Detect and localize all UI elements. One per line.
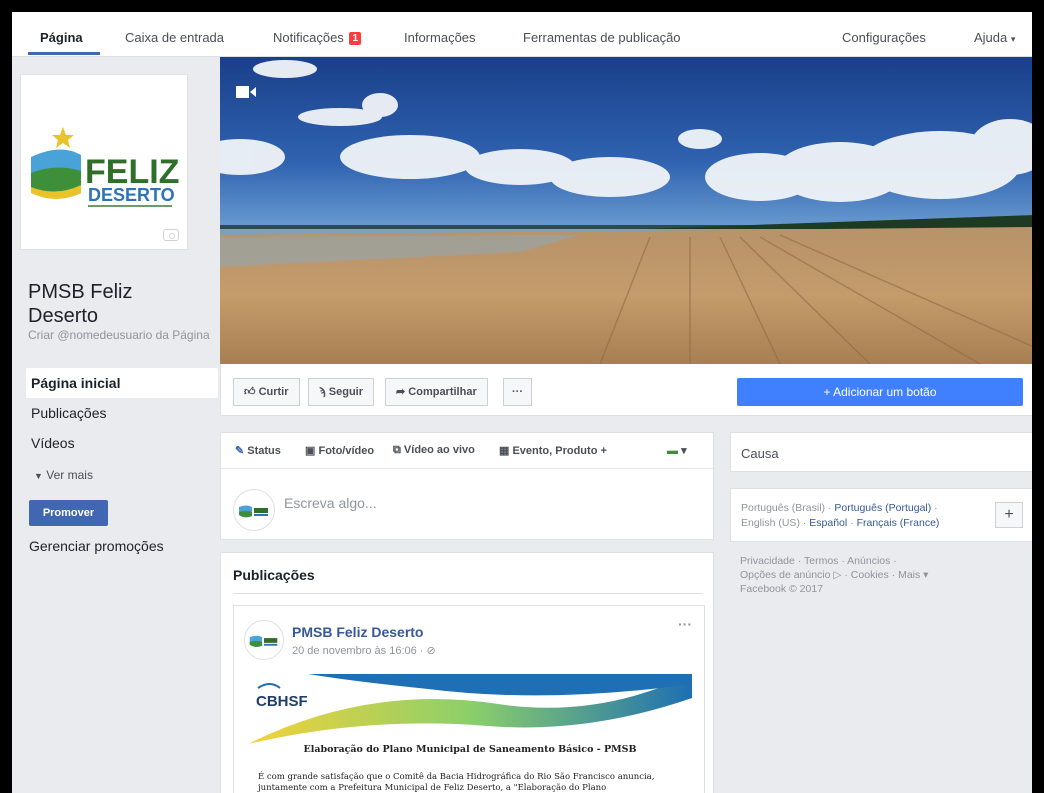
follow-label: Seguir [328, 386, 364, 398]
share-arrow-icon: ➦ [396, 386, 406, 398]
document-line-1: É com grande satisfação que o Comitê da … [258, 772, 655, 782]
page-title: PMSB Feliz Deserto [28, 281, 133, 327]
composer-tab-live-video[interactable]: ⧉ Vídeo ao vivo [393, 444, 475, 457]
globe-icon: ⊘ [426, 645, 436, 657]
sidebar-item-pagina-inicial[interactable]: Página inicial [26, 368, 218, 398]
notification-badge: 1 [349, 32, 361, 45]
language-list: Português (Brasil) · Português (Portugal… [741, 502, 940, 529]
screenshot-border-top [0, 0, 1044, 12]
cover-photo[interactable] [220, 57, 1032, 364]
create-username-link[interactable]: Criar @nomedeusuario da Página [28, 329, 212, 342]
pencil-icon: ✎ [235, 445, 245, 457]
profile-picture[interactable]: FELIZ DESERTO [20, 74, 188, 250]
active-tab-indicator [28, 52, 100, 55]
document-header-banner: CBHSF [248, 674, 692, 744]
post-author-link[interactable]: PMSB Feliz Deserto [292, 624, 423, 640]
composer-input[interactable]: Escreva algo... [284, 495, 377, 511]
add-language-button[interactable]: + [995, 502, 1023, 528]
composer-tab-photo-video[interactable]: ▣ Foto/vídeo [305, 444, 374, 457]
tab-notificacoes[interactable]: Notificações 1 [273, 30, 361, 45]
tab-pagina[interactable]: Página [40, 30, 83, 45]
manage-promotions-link[interactable]: Gerenciar promoções [29, 538, 164, 554]
language-fr[interactable]: Français (France) [857, 517, 940, 529]
page-footer-links: Privacidade · Termos · Anúncios · Opções… [740, 554, 1020, 596]
share-label: Compartilhar [408, 386, 477, 398]
ver-mais-label: Ver mais [46, 468, 93, 482]
video-camera-icon[interactable] [236, 85, 256, 99]
chevron-down-icon: ▼ [34, 471, 43, 481]
post-timestamp[interactable]: 20 de novembro às 16:06 · ⊘ [292, 644, 436, 657]
document-body-text: É com grande satisfação que o Comitê da … [258, 772, 688, 793]
like-label: Curtir [258, 386, 289, 398]
live-video-icon: ⧉ [393, 444, 401, 456]
screenshot-border-left [0, 0, 12, 793]
beach-cover-image [220, 57, 1032, 364]
tab-configuracoes[interactable]: Configurações [842, 30, 926, 45]
tab-ajuda-label: Ajuda [974, 30, 1008, 45]
photo-video-label: Foto/vídeo [318, 445, 375, 457]
posts-section: Publicações PMSB Feliz Deserto 20 de nov… [220, 552, 714, 793]
screenshot-border-right [1032, 0, 1044, 793]
thumbs-up-icon: 👍︎ [244, 386, 256, 398]
language-pt-br: Português (Brasil) [741, 502, 826, 514]
post-avatar[interactable] [244, 620, 284, 660]
avatar [233, 489, 275, 531]
chevron-down-icon: ▾ [1010, 34, 1016, 44]
add-button-cta[interactable]: + Adicionar um botão [737, 378, 1023, 406]
composer-tab-status[interactable]: ✎ Status [235, 444, 281, 457]
page-sidebar-nav: Página inicial Publicações Vídeos [26, 368, 218, 458]
cause-label: Causa [741, 446, 779, 461]
language-pt-pt[interactable]: Português (Portugal) [834, 502, 931, 514]
cbhsf-logo-text: CBHSF [256, 693, 308, 710]
ver-mais-link[interactable]: ▼ Ver mais [34, 468, 93, 482]
share-button[interactable]: ➦ Compartilhar [385, 378, 488, 406]
calendar-icon: ▦ [499, 445, 510, 457]
camera-icon[interactable] [163, 229, 179, 241]
facebook-page-admin: Página Caixa de entrada Notificações 1 I… [12, 12, 1032, 793]
document-title: Elaboração do Plano Municipal de Saneame… [303, 744, 637, 755]
document-line-2: juntamente com a Prefeitura Municipal de… [258, 783, 607, 793]
tab-informacoes[interactable]: Informações [404, 30, 476, 45]
footer-links-line-1[interactable]: Privacidade · Termos · Anúncios · [740, 554, 1020, 568]
event-product-label: Evento, Produto + [512, 445, 607, 457]
logo-sub-text: DESERTO [88, 185, 175, 205]
composer-tab-event-product[interactable]: ▦ Evento, Produto + [499, 444, 607, 457]
post-composer: ✎ Status ▣ Foto/vídeo ⧉ Vídeo ao vivo ▦ … [220, 432, 715, 540]
rss-icon: ϡ [319, 386, 326, 398]
language-es[interactable]: Español [809, 517, 847, 529]
status-label: Status [247, 445, 281, 457]
footer-links-line-2[interactable]: Opções de anúncio ▷ · Cookies · Mais ▾ [740, 568, 1020, 582]
page-admin-navbar: Página Caixa de entrada Notificações 1 I… [12, 12, 1032, 57]
post-options-button[interactable]: ··· [678, 616, 692, 632]
footer-copyright: Facebook © 2017 [740, 583, 824, 595]
post-card: PMSB Feliz Deserto 20 de novembro às 16:… [233, 605, 705, 793]
follow-button[interactable]: ϡ Seguir [308, 378, 375, 406]
live-video-label: Vídeo ao vivo [403, 444, 475, 456]
language-en-us[interactable]: English (US) [741, 517, 800, 529]
page-avatar-logo [239, 505, 268, 518]
tab-notificacoes-label: Notificações [273, 30, 344, 45]
cause-card[interactable]: Causa [730, 432, 1032, 472]
page-avatar-logo [249, 635, 278, 647]
post-date-label: 20 de novembro às 16:06 · [292, 645, 427, 657]
chevron-down-icon: ▾ [681, 445, 687, 457]
promote-button[interactable]: Promover [29, 500, 108, 526]
post-attachment-document[interactable]: CBHSF Elaboração do Plano Municipal de S… [248, 674, 692, 793]
feliz-deserto-logo: FELIZ DESERTO [31, 127, 179, 207]
composer-tabs: ✎ Status ▣ Foto/vídeo ⧉ Vídeo ao vivo ▦ … [221, 433, 715, 469]
tab-caixa-de-entrada[interactable]: Caixa de entrada [125, 30, 224, 45]
more-actions-button[interactable]: ··· [503, 378, 532, 406]
language-selector-card: Português (Brasil) · Português (Portugal… [730, 488, 1032, 542]
sidebar-item-publicacoes[interactable]: Publicações [26, 398, 218, 428]
photo-icon: ▣ [305, 445, 316, 457]
tab-ferramentas-de-publicacao[interactable]: Ferramentas de publicação [523, 30, 681, 45]
tab-ajuda[interactable]: Ajuda ▾ [974, 30, 1015, 45]
composer-audience-selector[interactable]: ▬ ▾ [667, 444, 687, 457]
page-action-bar: 👍︎ Curtir ϡ Seguir ➦ Compartilhar ··· + … [220, 364, 1032, 416]
like-button[interactable]: 👍︎ Curtir [233, 378, 300, 406]
divider [233, 593, 703, 594]
sidebar-item-videos[interactable]: Vídeos [26, 428, 218, 458]
posts-section-title: Publicações [233, 567, 315, 583]
flag-icon: ▬ [667, 445, 678, 457]
